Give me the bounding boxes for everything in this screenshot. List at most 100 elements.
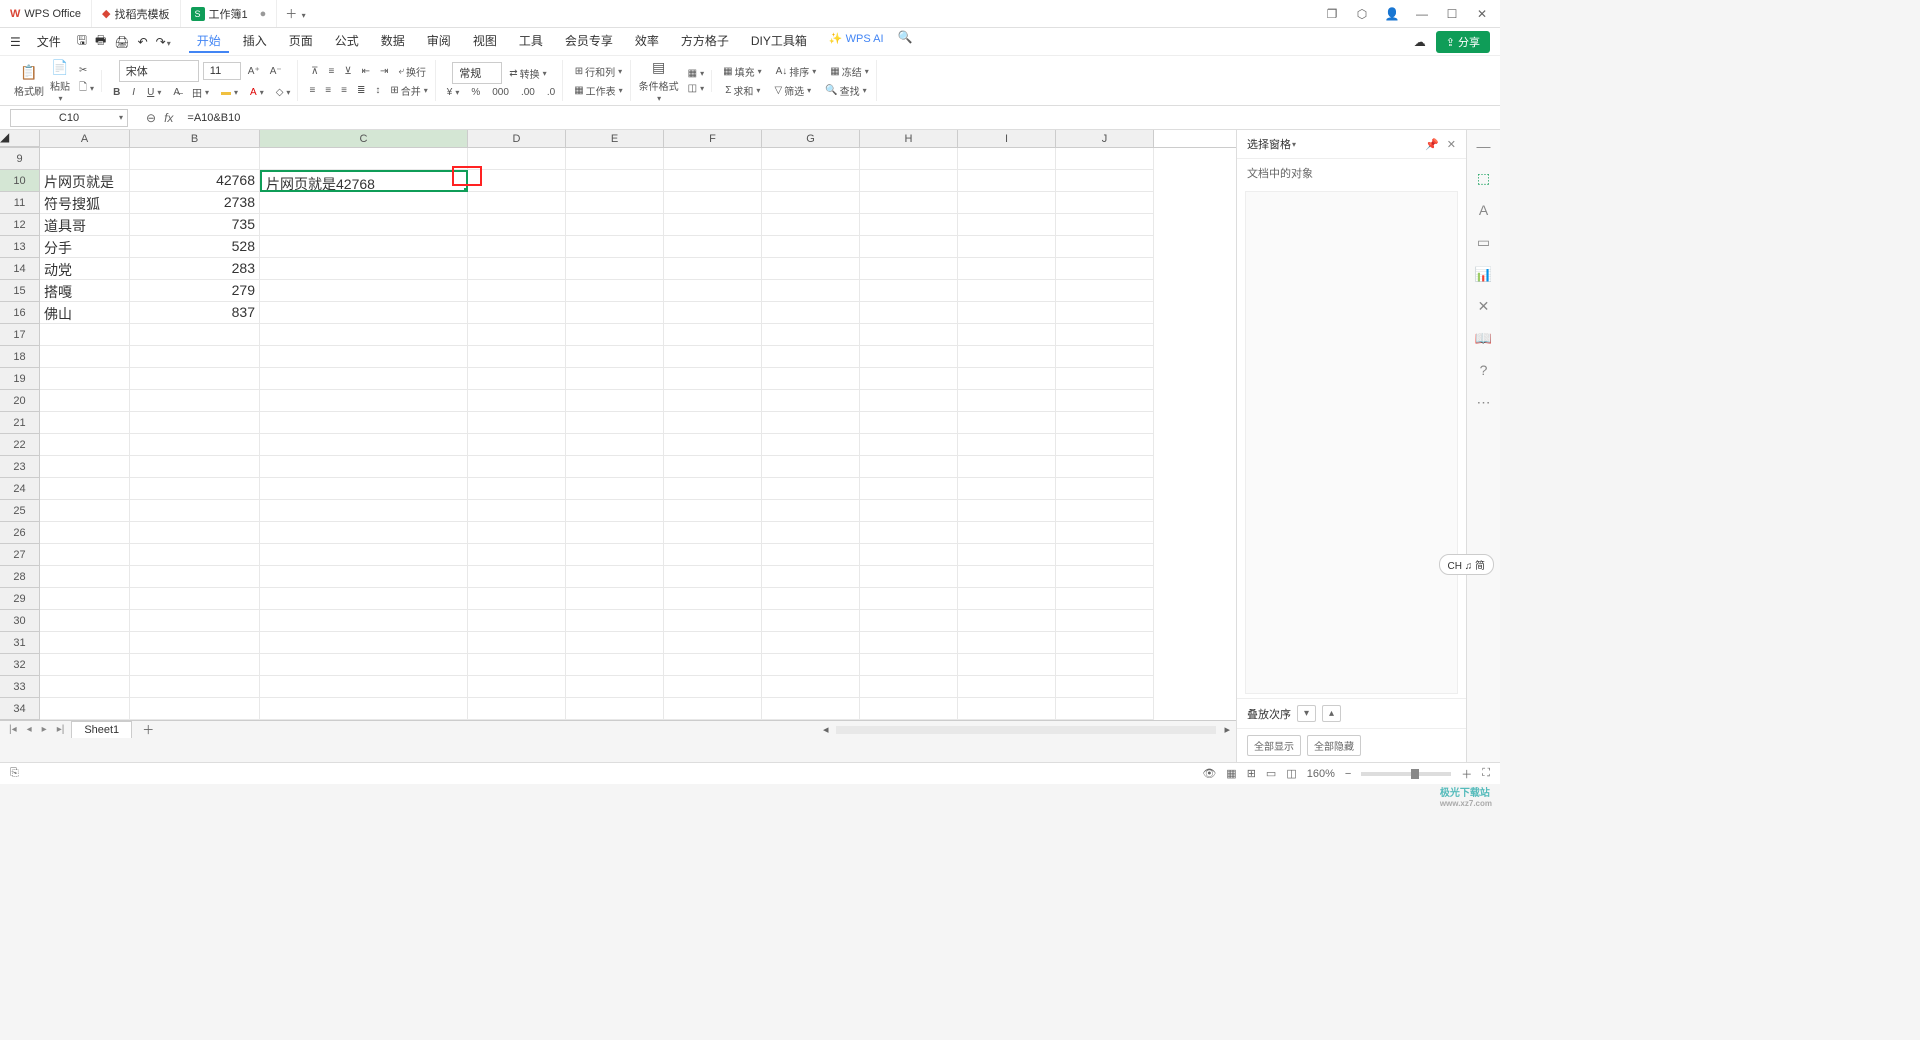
clear-format-button[interactable]: ◇▾ bbox=[273, 84, 294, 101]
tab-data[interactable]: 数据 bbox=[373, 30, 413, 53]
cell-I25[interactable] bbox=[958, 500, 1056, 522]
cell-J28[interactable] bbox=[1056, 566, 1154, 588]
cell-E20[interactable] bbox=[566, 390, 664, 412]
cell-G31[interactable] bbox=[762, 632, 860, 654]
tab-formula[interactable]: 公式 bbox=[327, 30, 367, 53]
cell-D30[interactable] bbox=[468, 610, 566, 632]
spreadsheet-grid[interactable]: ◢ A B C D E F G H I J 910片网页就是42768片网页就是… bbox=[0, 130, 1236, 720]
align-bottom-icon[interactable]: ⊻ bbox=[341, 63, 354, 80]
cell-H16[interactable] bbox=[860, 302, 958, 324]
cell-I14[interactable] bbox=[958, 258, 1056, 280]
cell-E32[interactable] bbox=[566, 654, 664, 676]
bold-button[interactable]: B bbox=[110, 84, 123, 101]
cell-G28[interactable] bbox=[762, 566, 860, 588]
cell-I31[interactable] bbox=[958, 632, 1056, 654]
status-indicator-icon[interactable]: ⎘ bbox=[10, 767, 19, 780]
hscroll-right-icon[interactable]: ▸ bbox=[1224, 723, 1230, 736]
tab-view[interactable]: 视图 bbox=[465, 30, 505, 53]
cell-J31[interactable] bbox=[1056, 632, 1154, 654]
cell-J34[interactable] bbox=[1056, 698, 1154, 720]
justify-icon[interactable]: ≣ bbox=[354, 82, 368, 99]
cell-G16[interactable] bbox=[762, 302, 860, 324]
cell-H25[interactable] bbox=[860, 500, 958, 522]
cell-D17[interactable] bbox=[468, 324, 566, 346]
cell-E10[interactable] bbox=[566, 170, 664, 192]
cell-G25[interactable] bbox=[762, 500, 860, 522]
cell-I20[interactable] bbox=[958, 390, 1056, 412]
decrease-font-icon[interactable]: A⁻ bbox=[267, 65, 285, 78]
cell-B25[interactable] bbox=[130, 500, 260, 522]
cell-I32[interactable] bbox=[958, 654, 1056, 676]
cell-A19[interactable] bbox=[40, 368, 130, 390]
cell-D23[interactable] bbox=[468, 456, 566, 478]
cell-F27[interactable] bbox=[664, 544, 762, 566]
cell-J11[interactable] bbox=[1056, 192, 1154, 214]
cube-icon[interactable]: ⬡ bbox=[1352, 7, 1372, 21]
tab-diy[interactable]: DIY工具箱 bbox=[743, 30, 815, 53]
sum-button[interactable]: Σ求和▾ bbox=[722, 82, 763, 99]
cell-A27[interactable] bbox=[40, 544, 130, 566]
cell-C19[interactable] bbox=[260, 368, 468, 390]
view-eye-icon[interactable]: 👁 bbox=[1202, 767, 1216, 780]
cell-F15[interactable] bbox=[664, 280, 762, 302]
cell-A14[interactable]: 动党 bbox=[40, 258, 130, 280]
cell-J20[interactable] bbox=[1056, 390, 1154, 412]
horizontal-scrollbar[interactable] bbox=[836, 726, 1216, 734]
cell-D15[interactable] bbox=[468, 280, 566, 302]
copy-button[interactable]: 🗋▾ bbox=[76, 79, 97, 98]
zoom-label[interactable]: 160% bbox=[1307, 768, 1335, 780]
cell-C16[interactable] bbox=[260, 302, 468, 324]
border-button[interactable]: 田▾ bbox=[189, 84, 212, 101]
row-header-11[interactable]: 11 bbox=[0, 192, 40, 214]
sort-button[interactable]: A↓排序▾ bbox=[773, 63, 820, 80]
cell-F9[interactable] bbox=[664, 148, 762, 170]
cell-C28[interactable] bbox=[260, 566, 468, 588]
align-right-icon[interactable]: ≡ bbox=[338, 82, 350, 99]
cell-H33[interactable] bbox=[860, 676, 958, 698]
cell-F22[interactable] bbox=[664, 434, 762, 456]
cell-I9[interactable] bbox=[958, 148, 1056, 170]
cell-H11[interactable] bbox=[860, 192, 958, 214]
cell-C23[interactable] bbox=[260, 456, 468, 478]
hamburger-icon[interactable]: ☰ bbox=[10, 35, 21, 49]
cell-D34[interactable] bbox=[468, 698, 566, 720]
cell-B27[interactable] bbox=[130, 544, 260, 566]
cell-G19[interactable] bbox=[762, 368, 860, 390]
share-button[interactable]: ⇪ 分享 bbox=[1436, 31, 1490, 53]
fullscreen-icon[interactable]: ⛶ bbox=[1482, 767, 1490, 780]
cell-B10[interactable]: 42768 bbox=[130, 170, 260, 192]
cell-E17[interactable] bbox=[566, 324, 664, 346]
cell-H24[interactable] bbox=[860, 478, 958, 500]
cell-J33[interactable] bbox=[1056, 676, 1154, 698]
cell-F30[interactable] bbox=[664, 610, 762, 632]
cell-D19[interactable] bbox=[468, 368, 566, 390]
cell-D28[interactable] bbox=[468, 566, 566, 588]
layout-icon[interactable]: ▭ bbox=[1475, 234, 1493, 252]
cell-F23[interactable] bbox=[664, 456, 762, 478]
cell-H29[interactable] bbox=[860, 588, 958, 610]
window-dup-icon[interactable]: ❐ bbox=[1322, 7, 1342, 21]
cell-J22[interactable] bbox=[1056, 434, 1154, 456]
cell-J9[interactable] bbox=[1056, 148, 1154, 170]
cell-F33[interactable] bbox=[664, 676, 762, 698]
cell-G26[interactable] bbox=[762, 522, 860, 544]
row-header-10[interactable]: 10 bbox=[0, 170, 40, 192]
cell-H22[interactable] bbox=[860, 434, 958, 456]
cell-H14[interactable] bbox=[860, 258, 958, 280]
cell-E29[interactable] bbox=[566, 588, 664, 610]
number-format-select[interactable]: 常规 bbox=[452, 62, 502, 84]
cell-F19[interactable] bbox=[664, 368, 762, 390]
cell-J10[interactable] bbox=[1056, 170, 1154, 192]
wrap-button[interactable]: ⤶换行 bbox=[395, 63, 429, 80]
col-header-E[interactable]: E bbox=[566, 130, 664, 147]
cell-J13[interactable] bbox=[1056, 236, 1154, 258]
app-tab-wps[interactable]: W WPS Office bbox=[0, 0, 92, 27]
find-button[interactable]: 🔍查找▾ bbox=[822, 82, 869, 99]
font-name-select[interactable]: 宋体 bbox=[119, 60, 199, 82]
cell-E23[interactable] bbox=[566, 456, 664, 478]
cell-B15[interactable]: 279 bbox=[130, 280, 260, 302]
cell-D26[interactable] bbox=[468, 522, 566, 544]
italic-button[interactable]: I bbox=[129, 84, 138, 101]
cell-C24[interactable] bbox=[260, 478, 468, 500]
worksheet-button[interactable]: ▦工作表▾ bbox=[571, 82, 625, 99]
